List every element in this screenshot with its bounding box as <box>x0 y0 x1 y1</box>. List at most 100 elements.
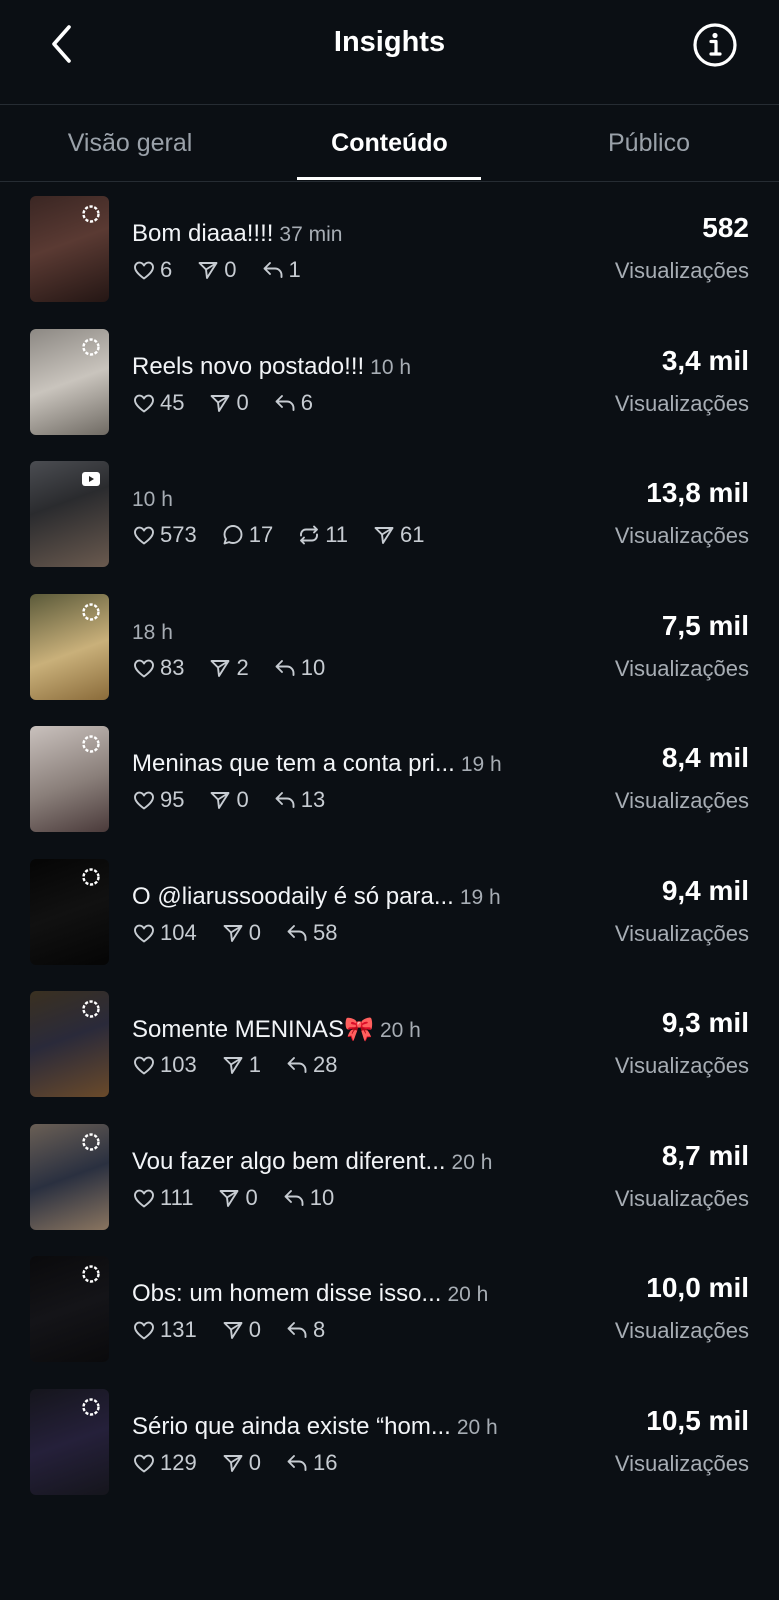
replies-count: 13 <box>300 787 326 812</box>
send-icon <box>223 1322 243 1339</box>
likes-count: 95 <box>160 787 185 812</box>
content-row[interactable]: Reels novo postado!!! 10 h 45 0 6 3,4 mil Visu… <box>0 315 779 450</box>
heart-icon <box>134 1056 154 1075</box>
active-tab-indicator <box>297 177 481 180</box>
content-row[interactable]: Vou fazer algo bem diferent... 20 h 111 0 10… <box>0 1110 779 1245</box>
post-thumbnail[interactable] <box>30 991 109 1097</box>
shares-count: 0 <box>224 257 237 282</box>
likes-count: 104 <box>160 919 197 945</box>
reply-icon <box>263 262 282 278</box>
likes-stat: 103 <box>132 1052 197 1078</box>
likes-stat: 573 <box>132 522 197 548</box>
content-row[interactable]: Sério que ainda existe “hom... 20 h 129 0 16… <box>0 1375 779 1510</box>
reply-icon <box>275 792 295 808</box>
reply-icon <box>287 1322 307 1338</box>
post-thumbnail[interactable] <box>30 196 109 302</box>
content-row[interactable]: Meninas que tem a conta pri... 19 h 95 0 13 8… <box>0 712 779 847</box>
shares-count: 0 <box>245 1184 258 1210</box>
shares-stat: 1 <box>221 1052 261 1078</box>
content-row[interactable]: Obs: um homem disse isso... 20 h 131 0 8 10,0… <box>0 1242 779 1377</box>
replies-stat: 8 <box>285 1317 325 1343</box>
likes-count: 129 <box>160 1449 197 1475</box>
shares-stat: 0 <box>221 1317 261 1343</box>
likes-stat: 95 <box>132 787 184 813</box>
shares-stat: 0 <box>221 1450 261 1476</box>
replies-count: 28 <box>312 1052 338 1077</box>
content-row[interactable]: 10 h 573 17 11 61 13,8 mil Visualizações <box>0 447 779 582</box>
reply-icon <box>287 1454 307 1471</box>
post-stats: 104 0 58 <box>132 920 361 946</box>
post-caption: Vou fazer algo bem diferent... <box>132 1147 446 1175</box>
shares-count: 0 <box>248 919 261 945</box>
content-row[interactable]: O @liarussoodaily é só para... 19 h 104 0 58… <box>0 845 779 980</box>
page-title: Insights <box>333 26 446 58</box>
post-thumbnail[interactable] <box>30 593 109 700</box>
views-count: 8,4 mil <box>661 742 749 773</box>
shares-stat: 0 <box>217 1184 258 1211</box>
post-thumbnail[interactable] <box>30 726 109 832</box>
views-count: 9,4 mil <box>661 874 749 906</box>
post-thumbnail[interactable] <box>30 1256 109 1362</box>
tab-overview[interactable]: Visão geral <box>0 105 260 181</box>
post-caption: Reels novo postado!!! <box>132 352 365 380</box>
post-caption: O @liarussoodaily é só para... <box>132 882 454 910</box>
shares-stat: 61 <box>372 522 425 548</box>
post-thumbnail[interactable] <box>30 1123 109 1230</box>
reply-icon <box>275 394 295 411</box>
caption-line: Meninas que tem a conta pri... 19 h <box>132 750 562 778</box>
post-stats: 83 2 10 <box>132 655 349 681</box>
shares-count: 0 <box>236 787 249 812</box>
replies-stat: 13 <box>273 787 325 813</box>
loading-ring-icon <box>82 867 100 886</box>
post-thumbnail[interactable] <box>30 1388 109 1495</box>
reposts-stat: 11 <box>297 522 348 548</box>
likes-count: 573 <box>160 522 197 547</box>
replies-stat: 10 <box>282 1185 334 1211</box>
views-label: Visualizações <box>614 1450 749 1476</box>
tab-content[interactable]: Conteúdo <box>260 105 519 181</box>
post-thumbnail[interactable] <box>30 461 109 567</box>
likes-stat: 6 <box>132 257 172 283</box>
loading-ring-icon <box>82 1265 100 1283</box>
post-caption: Meninas que tem a conta pri... <box>132 750 455 777</box>
heart-icon <box>134 1454 154 1472</box>
replies-stat: 16 <box>285 1450 337 1476</box>
post-time: 37 min <box>279 223 343 246</box>
send-icon <box>374 527 394 544</box>
repost-icon <box>300 525 319 545</box>
views-label: Visualizações <box>614 1053 749 1078</box>
replies-count: 1 <box>288 257 301 282</box>
post-stats: 95 0 13 <box>132 787 349 813</box>
replies-stat: 28 <box>285 1052 337 1078</box>
replies-count: 10 <box>300 654 326 680</box>
shares-count: 0 <box>248 1449 261 1475</box>
post-stats: 131 0 8 <box>132 1317 349 1343</box>
post-caption: Obs: um homem disse isso... <box>132 1280 442 1307</box>
post-time: 10 h <box>370 355 412 379</box>
content-row[interactable]: Somente MENINAS🎀 20 h 103 1 28 9,3 mil Visuali… <box>0 977 779 1112</box>
caption-line: Somente MENINAS🎀 20 h <box>132 1015 562 1044</box>
views-count: 10,5 mil <box>646 1404 749 1436</box>
heart-icon <box>134 791 154 810</box>
send-icon <box>211 394 230 412</box>
post-thumbnail[interactable] <box>30 858 109 965</box>
tab-audience[interactable]: Público <box>519 105 779 181</box>
likes-count: 111 <box>160 1184 194 1210</box>
reply-icon <box>284 1189 304 1206</box>
loading-ring-icon <box>82 1397 100 1416</box>
views-label: Visualizações <box>614 788 749 813</box>
post-thumbnail[interactable] <box>30 328 109 435</box>
views-label: Visualizações <box>614 523 749 548</box>
content-row[interactable]: Bom diaaa!!!! 37 min 6 0 1 582 Visualizações <box>0 182 779 317</box>
info-button[interactable] <box>692 22 738 68</box>
views-label: Visualizações <box>614 655 749 681</box>
reply-icon <box>287 924 307 941</box>
likes-count: 83 <box>160 654 185 680</box>
reel-icon <box>82 472 100 486</box>
heart-icon <box>134 526 154 545</box>
post-time: 20 h <box>456 1415 498 1439</box>
views-count: 10,0 mil <box>646 1272 749 1303</box>
views-label: Visualizações <box>614 1318 749 1343</box>
content-row[interactable]: 18 h 83 2 10 7,5 mil Visualizações <box>0 580 779 715</box>
caption-line: O @liarussoodaily é só para... 19 h <box>132 883 562 911</box>
